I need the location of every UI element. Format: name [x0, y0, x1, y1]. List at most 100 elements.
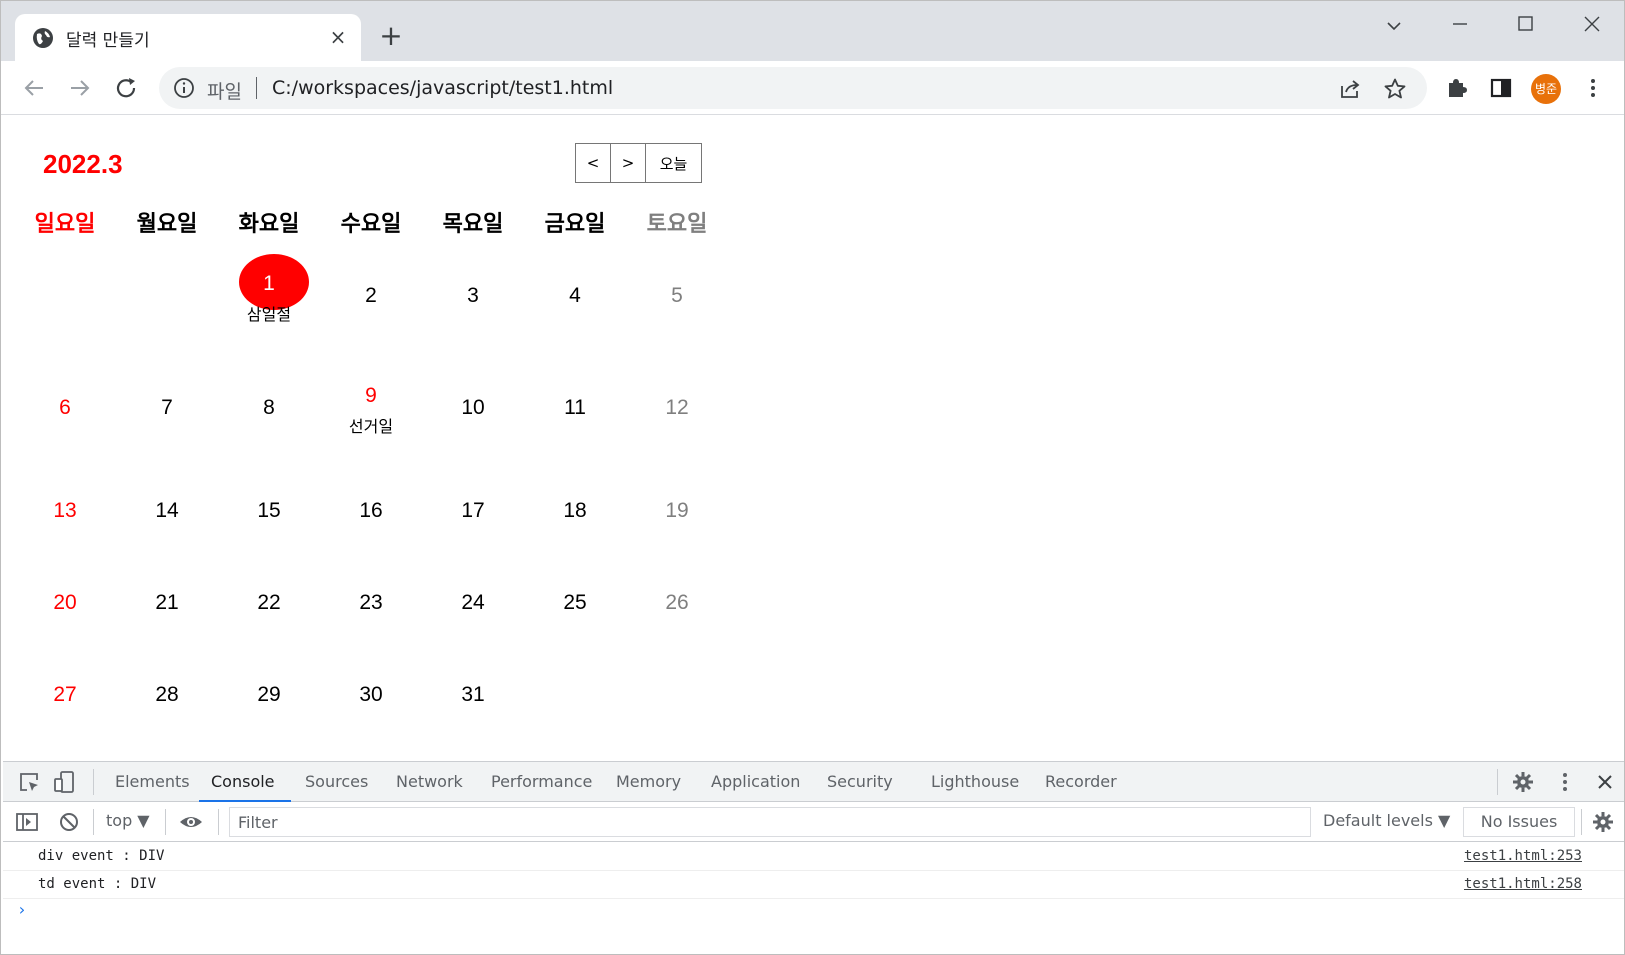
calendar-day[interactable]: 24: [422, 591, 524, 615]
page-content: 2022.3 < > 오늘 일요일 월요일 화요일 수요일 목요일 금요일 토요일 1 삼일절 2…: [3, 116, 1624, 761]
issues-button[interactable]: No Issues: [1463, 807, 1575, 837]
bookmark-star-icon[interactable]: [1383, 77, 1407, 101]
devtools-divider: [1581, 809, 1582, 835]
devtools-tab-elements[interactable]: Elements: [115, 762, 190, 802]
console-log-row: td event : DIV test1.html:258: [3, 870, 1624, 899]
calendar-day[interactable]: 22: [218, 591, 320, 615]
calendar-day[interactable]: 9: [320, 384, 422, 408]
calendar-day[interactable]: 21: [116, 591, 218, 615]
calendar-day[interactable]: 26: [626, 591, 728, 615]
devtools-divider: [93, 769, 94, 795]
log-source-link[interactable]: test1.html:253: [1464, 848, 1582, 864]
inspect-element-icon[interactable]: [17, 770, 41, 794]
devtools-tab-security[interactable]: Security: [827, 762, 893, 802]
calendar-day[interactable]: 13: [14, 499, 116, 523]
globe-icon: [33, 28, 53, 48]
minimize-icon[interactable]: [1445, 11, 1475, 41]
log-message: td event : DIV: [38, 876, 157, 892]
calendar-day[interactable]: 19: [626, 499, 728, 523]
weekday-header: 일요일: [34, 212, 96, 237]
reload-icon[interactable]: [112, 73, 142, 103]
live-expression-eye-icon[interactable]: [179, 810, 203, 834]
prev-month-button[interactable]: <: [575, 143, 611, 183]
devtools-divider: [93, 809, 94, 835]
extensions-icon[interactable]: [1443, 74, 1471, 102]
address-scheme: 파일: [207, 81, 242, 103]
calendar-day[interactable]: 5: [626, 284, 728, 308]
today-button[interactable]: 오늘: [645, 143, 702, 183]
calendar-day[interactable]: 18: [524, 499, 626, 523]
calendar-day[interactable]: 17: [422, 499, 524, 523]
maximize-icon[interactable]: [1511, 11, 1541, 41]
side-panel-icon[interactable]: [1487, 74, 1515, 102]
settings-gear-icon[interactable]: [1511, 770, 1535, 794]
next-month-button[interactable]: >: [610, 143, 646, 183]
calendar-day[interactable]: 16: [320, 499, 422, 523]
calendar-day[interactable]: 14: [116, 499, 218, 523]
calendar-day[interactable]: 23: [320, 591, 422, 615]
new-tab-button[interactable]: +: [377, 22, 405, 51]
forward-icon[interactable]: [65, 73, 95, 103]
console-settings-icon[interactable]: [1591, 810, 1615, 834]
profile-avatar[interactable]: 병준: [1531, 74, 1561, 104]
weekday-header: 화요일: [238, 212, 300, 237]
close-devtools-icon[interactable]: [1593, 770, 1617, 794]
devtools-tab-memory[interactable]: Memory: [616, 762, 681, 802]
address-url[interactable]: C:/workspaces/javascript/test1.html: [272, 77, 613, 99]
devtools-tab-recorder[interactable]: Recorder: [1045, 762, 1117, 802]
tab-strip: 달력 만들기 × +: [1, 1, 1624, 61]
calendar-day[interactable]: 6: [14, 396, 116, 420]
calendar-day[interactable]: 30: [320, 683, 422, 707]
calendar-day[interactable]: 12: [626, 396, 728, 420]
context-selector[interactable]: top ▼: [106, 811, 150, 830]
tab-search-icon[interactable]: [1379, 11, 1409, 41]
devtools-tab-lighthouse[interactable]: Lighthouse: [931, 762, 1019, 802]
calendar-title: 2022.3: [43, 149, 123, 179]
devtools-tab-network[interactable]: Network: [396, 762, 463, 802]
weekday-header: 월요일: [136, 212, 198, 237]
calendar-day[interactable]: 2: [320, 284, 422, 308]
devtools-menu-icon[interactable]: [1553, 770, 1577, 794]
close-window-icon[interactable]: [1577, 11, 1607, 41]
calendar-day[interactable]: 20: [14, 591, 116, 615]
calendar-day[interactable]: 11: [524, 396, 626, 420]
calendar-day[interactable]: 25: [524, 591, 626, 615]
calendar-day[interactable]: 27: [14, 683, 116, 707]
calendar-day[interactable]: 28: [116, 683, 218, 707]
console-log-row: div event : DIV test1.html:253: [3, 842, 1624, 871]
back-icon[interactable]: [19, 73, 49, 103]
info-icon[interactable]: [173, 77, 195, 99]
calendar-day[interactable]: 31: [422, 683, 524, 707]
calendar-day[interactable]: 8: [218, 396, 320, 420]
console-sidebar-icon[interactable]: [15, 810, 39, 834]
device-toolbar-icon[interactable]: [53, 770, 77, 794]
address-bar[interactable]: 파일 C:/workspaces/javascript/test1.html: [159, 67, 1427, 109]
devtools-tab-sources[interactable]: Sources: [305, 762, 368, 802]
browser-menu-icon[interactable]: [1583, 74, 1603, 102]
calendar-day-today[interactable]: 1: [218, 272, 320, 296]
devtools-tab-performance[interactable]: Performance: [491, 762, 592, 802]
calendar-day[interactable]: 10: [422, 396, 524, 420]
devtools-divider: [165, 809, 166, 835]
calendar-day[interactable]: 4: [524, 284, 626, 308]
tab-close-icon[interactable]: ×: [327, 26, 349, 48]
clear-console-icon[interactable]: [57, 810, 81, 834]
calendar-day[interactable]: 7: [116, 396, 218, 420]
calendar-day[interactable]: 29: [218, 683, 320, 707]
console-filter-input[interactable]: Filter: [229, 807, 1311, 837]
weekday-header: 목요일: [442, 212, 504, 237]
log-source-link[interactable]: test1.html:258: [1464, 876, 1582, 892]
log-levels-dropdown[interactable]: Default levels ▼: [1323, 811, 1450, 830]
share-icon[interactable]: [1338, 77, 1362, 101]
devtools-panel: Elements Console Sources Network Performance…: [3, 761, 1624, 954]
browser-tab[interactable]: 달력 만들기 ×: [15, 14, 361, 61]
devtools-tab-application[interactable]: Application: [711, 762, 800, 802]
browser-window: 달력 만들기 × + 파일 C:/workspaces/javascript/t…: [0, 0, 1625, 955]
calendar-day[interactable]: 15: [218, 499, 320, 523]
console-prompt[interactable]: ›: [17, 900, 27, 919]
devtools-tab-console[interactable]: Console: [199, 762, 291, 802]
devtools-divider: [218, 809, 219, 835]
calendar-nav: < > 오늘: [575, 143, 702, 183]
log-message: div event : DIV: [38, 848, 165, 864]
calendar-day[interactable]: 3: [422, 284, 524, 308]
